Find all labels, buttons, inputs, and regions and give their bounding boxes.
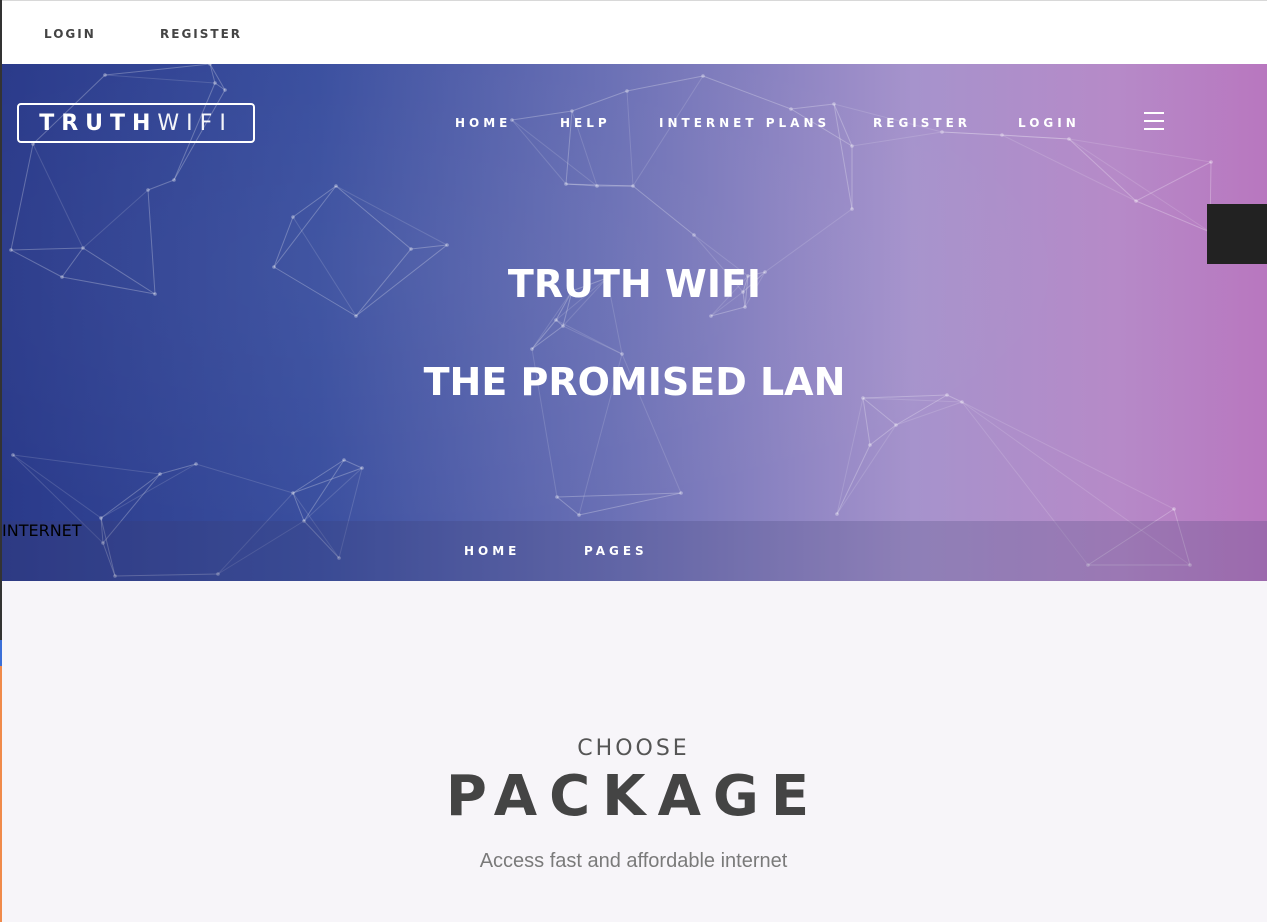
breadcrumb: HOME PAGES INTERNET — [2, 521, 1267, 581]
hamburger-line — [1144, 128, 1164, 130]
side-panel-tab[interactable] — [1207, 204, 1267, 264]
hamburger-line — [1144, 112, 1164, 114]
nav-help[interactable]: HELP — [560, 116, 611, 130]
top-login-link[interactable]: LOGIN — [44, 27, 96, 41]
package-subtitle: Access fast and affordable internet — [479, 850, 788, 872]
nav-register[interactable]: REGISTER — [873, 116, 971, 130]
hero-subtitle: THE PROMISED LAN — [423, 360, 846, 404]
site-logo[interactable]: TRUTH WIFI — [17, 103, 255, 143]
left-edge-blue-segment — [0, 640, 2, 666]
hero-title: TRUTH WIFI — [507, 262, 762, 306]
hamburger-line — [1144, 120, 1164, 122]
breadcrumb-pages[interactable]: PAGES — [584, 544, 648, 558]
logo-text-bold: TRUTH — [39, 110, 158, 136]
top-bar: LOGIN REGISTER — [2, 0, 1267, 64]
top-register-link[interactable]: REGISTER — [160, 27, 242, 41]
logo-text-light: WIFI — [157, 110, 233, 136]
nav-internet-plans[interactable]: INTERNET PLANS — [659, 116, 830, 130]
package-title: PACKAGE — [445, 764, 822, 829]
hero-banner: TRUTH WIFI HOME HELP INTERNET PLANS REGI… — [2, 64, 1267, 581]
breadcrumb-home[interactable]: HOME — [464, 544, 520, 558]
breadcrumb-current: INTERNET — [2, 521, 82, 540]
left-edge-orange-segment — [0, 666, 2, 922]
nav-login[interactable]: LOGIN — [1018, 116, 1080, 130]
nav-home[interactable]: HOME — [455, 116, 511, 130]
package-kicker: CHOOSE — [577, 736, 690, 761]
hamburger-menu-icon[interactable] — [1144, 112, 1164, 130]
left-edge-strip — [0, 0, 2, 922]
